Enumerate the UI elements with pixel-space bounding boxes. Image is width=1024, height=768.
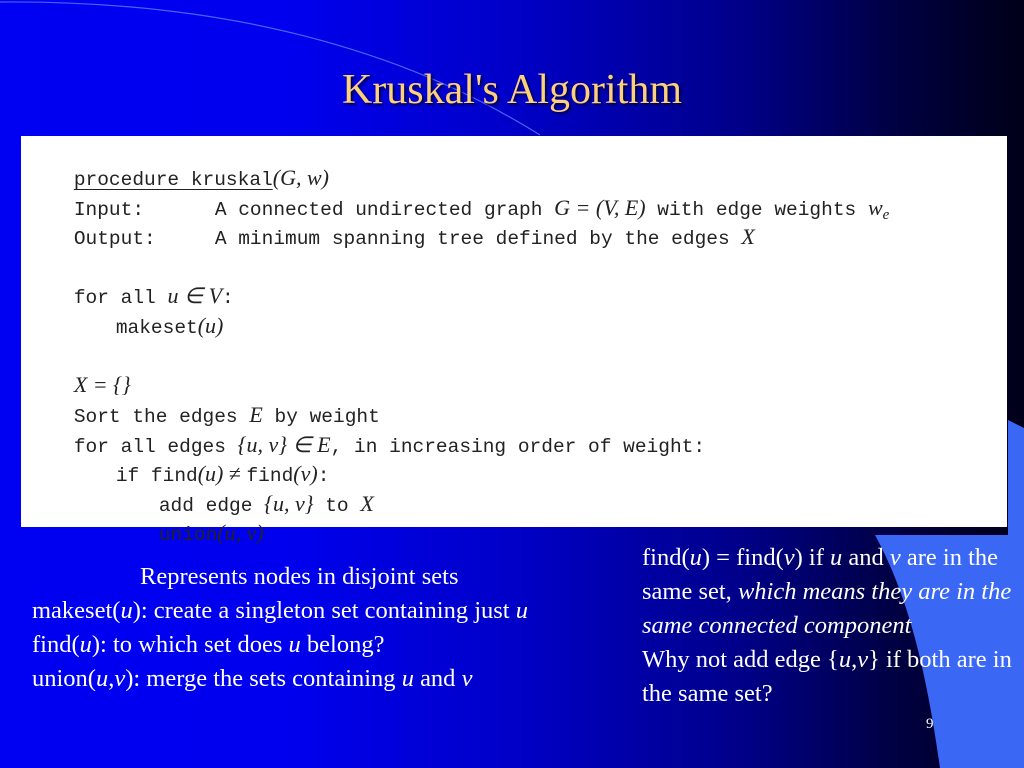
- notes-heading: Represents nodes in disjoint sets: [140, 563, 459, 590]
- input-weight-subscript: e: [882, 207, 890, 223]
- code-line-output: Output: A minimum spanning tree defined b…: [27, 195, 755, 250]
- note-text: find(: [642, 544, 690, 571]
- union-fn: union: [158, 524, 218, 546]
- note-var: u: [401, 665, 414, 692]
- note-text: belong?: [300, 631, 385, 658]
- code-line-if: if find(u) ≠ find(v):: [27, 432, 330, 487]
- for-all-edges-rest: , in increasing order of weight:: [330, 436, 706, 458]
- note-text: find(: [32, 631, 80, 658]
- code-line-add-edge: add edge {u, v} to X: [27, 462, 374, 517]
- note-var: v: [857, 646, 869, 673]
- code-line-makeset: makeset(u): [27, 284, 224, 339]
- find-equality-paragraph: find(u) = find(v) if u and v are in the …: [642, 541, 1012, 643]
- note-text: makeset(: [32, 597, 121, 624]
- disjoint-set-notes: Represents nodes in disjoint sets makese…: [32, 560, 622, 696]
- add-edge-math: {u, v}: [264, 491, 314, 516]
- note-text: ): to which set does: [91, 631, 289, 658]
- note-var: u: [120, 597, 133, 624]
- note-text: and: [842, 544, 890, 571]
- note-text: Why not add edge {: [642, 646, 839, 673]
- code-line-union: union(u, v): [27, 491, 264, 546]
- page-number: 9: [926, 716, 934, 732]
- code-line-sort: Sort the edges E by weight: [27, 373, 380, 428]
- code-line-procedure: procedure kruskal(G, w): [27, 136, 329, 191]
- note-var: v: [783, 544, 795, 571]
- note-var: v: [114, 665, 126, 692]
- note-text: and: [413, 665, 462, 692]
- output-text: A minimum spanning tree defined by the e…: [214, 228, 742, 250]
- note-var: v: [461, 665, 473, 692]
- find-explanation-notes: find(u) = find(v) if u and v are in the …: [642, 541, 1012, 711]
- input-weight: w: [867, 195, 883, 220]
- note-text: ) = find(: [701, 544, 784, 571]
- pseudocode-box: procedure kruskal(G, w) Input: A connecte…: [21, 136, 1007, 546]
- note-var: u: [95, 665, 109, 692]
- code-line-x-init: X = {}: [27, 343, 131, 397]
- note-var: u: [79, 631, 92, 658]
- makeset-args: (u): [197, 313, 224, 338]
- slide-title: Kruskal's Algorithm: [341, 67, 683, 113]
- note-find: find(u): to which set does u belong?: [32, 628, 622, 662]
- note-var: u: [515, 597, 528, 624]
- note-var: v: [889, 544, 901, 571]
- output-math: X: [741, 224, 755, 249]
- note-var: u: [829, 544, 843, 571]
- makeset-fn: makeset: [115, 317, 198, 339]
- add-edge-to: to: [313, 495, 361, 517]
- note-text: ): merge the sets containing: [125, 665, 402, 692]
- note-var: u: [288, 631, 301, 658]
- code-line-input: Input: A connected undirected graph G = (…: [27, 166, 890, 223]
- colon: :: [222, 287, 234, 309]
- why-not-add-edge-question: Why not add edge {u,v} if both are in th…: [642, 643, 1012, 711]
- note-text: ) if: [794, 544, 830, 571]
- note-var: u: [838, 646, 852, 673]
- note-text: ): create a singleton set containing jus…: [132, 597, 516, 624]
- note-union: union(u,v): merge the sets containing u …: [32, 662, 622, 696]
- output-label: Output:: [73, 228, 156, 250]
- code-line-for-all-edges: for all edges {u, v} ∈ E, in increasing …: [27, 403, 705, 458]
- note-var: u: [689, 544, 702, 571]
- note-makeset: makeset(u): create a singleton set conta…: [32, 594, 622, 628]
- union-args: (u, v): [217, 520, 264, 545]
- add-edge-x: X: [360, 491, 374, 516]
- code-line-for-all-vertices: for all u ∈ V:: [27, 254, 234, 309]
- note-text: union(: [32, 665, 96, 692]
